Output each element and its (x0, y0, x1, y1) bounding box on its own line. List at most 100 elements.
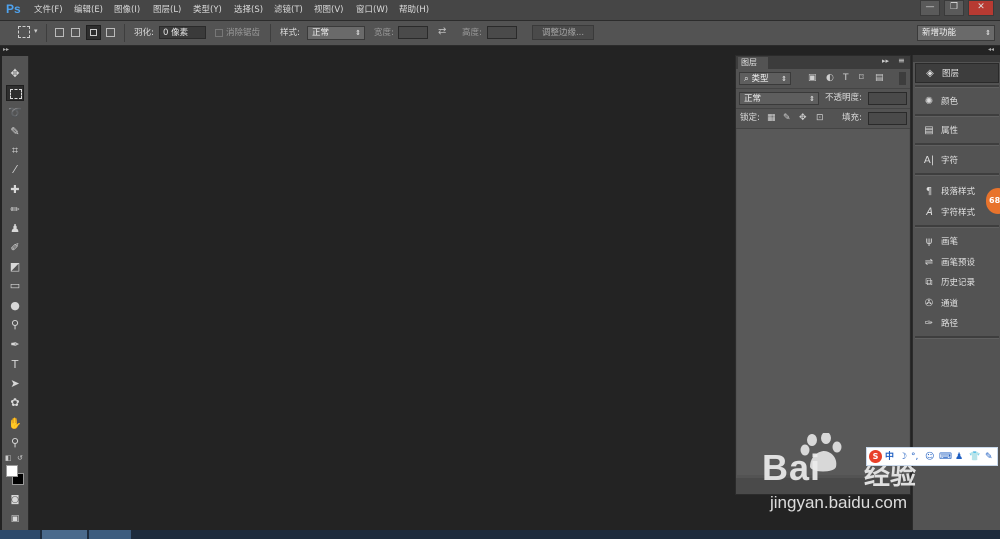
lock-paint-icon[interactable]: ✎ (783, 113, 791, 123)
dodge-tool-icon[interactable]: ⚲ (6, 317, 24, 333)
dock-item-brush[interactable]: ψ 画笔 (915, 232, 999, 252)
refine-edge-button[interactable]: 调整边缘... (532, 25, 594, 40)
quick-mask-icon[interactable]: ◙ (6, 492, 24, 508)
lock-move-icon[interactable]: ✥ (799, 113, 807, 123)
dock-item-character[interactable]: A| 字符 (915, 151, 999, 171)
workspace-select[interactable]: 新增功能 ⇕ (917, 25, 995, 41)
taskbar (0, 530, 1000, 539)
move-tool-icon[interactable]: ✥ (6, 66, 24, 82)
marquee-preset-icon[interactable] (18, 26, 30, 38)
collapse-tools-icon[interactable]: ▸▸ (3, 46, 9, 53)
ime-toolbar[interactable]: S 中 ☽ °, ☺ ⌨ ♟ 👕 ✎ (866, 447, 998, 466)
collapse-dock-icon[interactable]: ◂◂ (988, 46, 994, 53)
antialias-label: 消除锯齿 (226, 28, 261, 38)
add-selection-icon[interactable] (71, 28, 80, 37)
filter-toggle[interactable] (899, 72, 906, 85)
wrench-icon[interactable]: ✎ (985, 450, 993, 464)
history-brush-tool-icon[interactable]: ✐ (6, 240, 24, 256)
dock-item-color[interactable]: ✺ 颜色 (915, 92, 999, 112)
default-colors-icon[interactable]: ◧ (5, 454, 12, 462)
menu-type[interactable]: 类型(Y) (193, 0, 222, 20)
sogou-s-icon[interactable]: S (869, 450, 882, 463)
filter-smart-icon[interactable]: ▤ (875, 73, 884, 83)
start-button[interactable] (0, 530, 40, 539)
ime-language[interactable]: 中 (885, 450, 894, 464)
screen-mode-icon[interactable]: ▣ (6, 511, 24, 527)
layers-list[interactable] (737, 129, 909, 475)
user-icon[interactable]: ♟ (955, 450, 963, 464)
filter-kind-select[interactable]: ⌕ 类型 ⇕ (739, 72, 791, 85)
taskbar-item[interactable] (89, 530, 131, 539)
blur-tool-icon[interactable]: ● (6, 298, 24, 314)
zoom-tool-icon[interactable]: ⚲ (6, 435, 24, 451)
marquee-tool-icon[interactable] (6, 85, 24, 101)
feather-input[interactable]: 0 像素 (159, 26, 206, 39)
menu-file[interactable]: 文件(F) (34, 0, 63, 20)
lock-transparent-icon[interactable]: ▦ (767, 113, 776, 123)
skin-icon[interactable]: 👕 (969, 450, 980, 464)
dock-item-label: 画笔预设 (941, 258, 976, 268)
brush-tool-icon[interactable]: ✏ (6, 202, 24, 218)
intersect-selection-icon[interactable] (106, 28, 115, 37)
panel-menu-icon[interactable]: ≡ (898, 56, 905, 65)
dock-item-layers[interactable]: ◈ 图层 (915, 63, 999, 83)
menu-image[interactable]: 图像(I) (114, 0, 140, 20)
width-input[interactable] (398, 26, 428, 39)
moon-icon[interactable]: ☽ (899, 450, 907, 464)
gradient-tool-icon[interactable]: ▭ (6, 278, 24, 294)
style-select[interactable]: 正常 ⇕ (307, 26, 365, 40)
eyedropper-tool-icon[interactable]: ⁄ (6, 162, 24, 178)
punctuation-icon[interactable]: °, (911, 450, 918, 464)
healing-tool-icon[interactable]: ✚ (6, 182, 24, 198)
lasso-tool-icon[interactable]: ➰ (6, 105, 24, 121)
menu-edit[interactable]: 编辑(E) (74, 0, 103, 20)
pen-tool-icon[interactable]: ✒ (6, 337, 24, 353)
swap-colors-icon[interactable]: ↺ (17, 454, 23, 462)
filter-type-icon[interactable]: T (843, 73, 849, 83)
emoji-icon[interactable]: ☺ (925, 450, 934, 464)
minimize-button[interactable]: — (920, 0, 940, 16)
blend-mode-select[interactable]: 正常 ⇕ (739, 92, 819, 105)
quick-select-tool-icon[interactable]: ✎ (6, 124, 24, 140)
menu-filter[interactable]: 滤镜(T) (274, 0, 303, 20)
filter-shape-icon[interactable]: ⌑ (859, 73, 864, 83)
menu-view[interactable]: 视图(V) (314, 0, 343, 20)
menu-select[interactable]: 选择(S) (234, 0, 263, 20)
height-input[interactable] (487, 26, 517, 39)
dock-item-brush-preset[interactable]: ⇌ 画笔预设 (915, 253, 999, 273)
fill-input[interactable] (868, 112, 907, 125)
filter-pixel-icon[interactable]: ▣ (808, 73, 817, 83)
dock-item-paths[interactable]: ✑ 路径 (915, 314, 999, 334)
preset-caret-icon[interactable]: ▾ (34, 27, 38, 35)
opacity-input[interactable] (868, 92, 907, 105)
close-button[interactable]: ✕ (968, 0, 994, 16)
filter-adjustment-icon[interactable]: ◐ (826, 73, 834, 83)
foreground-color-swatch[interactable] (6, 465, 18, 477)
subtract-selection-icon[interactable] (86, 25, 101, 40)
taskbar-item[interactable] (42, 530, 87, 539)
options-bar: ▾ 羽化: 0 像素 消除锯齿 样式: 正常 ⇕ 宽度: ⇄ 高度: 调整边缘..… (0, 21, 1000, 46)
collapse-panel-icon[interactable]: ▸▸ (882, 57, 889, 65)
path-select-tool-icon[interactable]: ➤ (6, 376, 24, 392)
menu-layer[interactable]: 图层(L) (153, 0, 181, 20)
restore-button[interactable]: ❐ (944, 0, 964, 16)
menu-help[interactable]: 帮助(H) (399, 0, 429, 20)
eraser-tool-icon[interactable]: ◩ (6, 259, 24, 275)
new-selection-icon[interactable] (55, 28, 64, 37)
dock-item-history[interactable]: ⧉ 历史记录 (915, 273, 999, 293)
antialias-checkbox[interactable] (215, 29, 223, 37)
shape-tool-icon[interactable]: ✿ (6, 395, 24, 411)
tools-panel: ✥ ➰ ✎ ⌗ ⁄ ✚ ✏ ♟ ✐ ◩ ▭ ● ⚲ ✒ T ➤ ✿ ✋ ⚲ ◧ … (2, 56, 29, 530)
dock-item-channels[interactable]: ✇ 通道 (915, 294, 999, 314)
type-tool-icon[interactable]: T (6, 357, 24, 373)
stamp-tool-icon[interactable]: ♟ (6, 221, 24, 237)
swap-icon[interactable]: ⇄ (438, 26, 446, 37)
keyboard-icon[interactable]: ⌨ (939, 450, 952, 464)
tab-layers[interactable]: 图层 (738, 57, 768, 69)
style-label: 样式: (280, 28, 300, 38)
hand-tool-icon[interactable]: ✋ (6, 416, 24, 432)
crop-tool-icon[interactable]: ⌗ (6, 143, 24, 159)
menu-window[interactable]: 窗口(W) (356, 0, 388, 20)
lock-all-icon[interactable]: ⊡ (816, 113, 824, 123)
dock-item-properties[interactable]: ▤ 属性 (915, 121, 999, 141)
